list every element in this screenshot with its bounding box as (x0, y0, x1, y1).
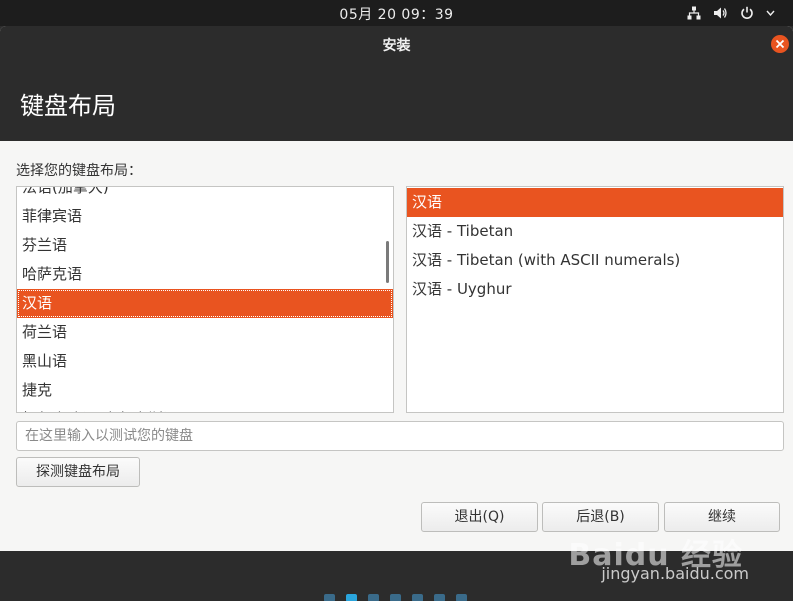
list-item-selected[interactable]: 汉语 (407, 188, 783, 217)
layout-prompt: 选择您的键盘布局： (16, 163, 142, 179)
list-item[interactable]: 黑山语 (17, 347, 393, 376)
progress-dot (456, 594, 467, 601)
progress-dots (324, 594, 467, 601)
continue-button[interactable]: 继续 (664, 502, 780, 532)
chevron-down-icon[interactable] (766, 10, 775, 16)
list-item-selected[interactable]: 汉语 (17, 289, 393, 318)
list-item[interactable]: 菲律宾语 (17, 202, 393, 231)
quit-button[interactable]: 退出(Q) (421, 502, 538, 532)
progress-dot (412, 594, 423, 601)
clock[interactable]: 05月 20 09：39 (0, 4, 793, 24)
list-item[interactable]: 汉语 - Tibetan (407, 217, 783, 246)
progress-dot (324, 594, 335, 601)
title-bar[interactable]: 安装 (0, 26, 793, 62)
keyboard-test-input[interactable] (16, 421, 784, 451)
progress-dot (434, 594, 445, 601)
page-header: 键盘布局 (0, 62, 793, 141)
detect-layout-button[interactable]: 探测键盘布局 (16, 457, 140, 487)
list-item[interactable]: 捷克 (17, 376, 393, 405)
close-button[interactable] (771, 35, 789, 53)
list-item[interactable]: 汉语 - Uyghur (407, 275, 783, 304)
scrollbar-thumb[interactable] (386, 241, 389, 283)
watermark-url: jingyan.baidu.com (601, 564, 749, 583)
window-title: 安装 (382, 38, 411, 54)
list-item[interactable]: 芬兰语 (17, 231, 393, 260)
layout-list[interactable]: 法语(加拿大) 菲律宾语 芬兰语 哈萨克语 汉语 荷兰语 黑山语 捷克 柯尔克孜… (16, 186, 394, 413)
top-bar: 05月 20 09：39 (0, 0, 793, 26)
volume-icon[interactable] (713, 6, 728, 20)
close-icon (775, 39, 785, 49)
progress-dot (368, 594, 379, 601)
list-item[interactable]: 法语(加拿大) (17, 187, 393, 202)
list-item[interactable]: 汉语 - Tibetan (with ASCII numerals) (407, 246, 783, 275)
list-item[interactable]: 荷兰语 (17, 318, 393, 347)
system-tray[interactable] (687, 3, 775, 23)
page-title: 键盘布局 (20, 92, 116, 120)
variant-list[interactable]: 汉语 汉语 - Tibetan 汉语 - Tibetan (with ASCII… (406, 186, 784, 413)
back-button[interactable]: 后退(B) (542, 502, 659, 532)
progress-dot-current (346, 594, 357, 601)
power-icon[interactable] (740, 6, 754, 20)
installer-window: 安装 键盘布局 选择您的键盘布局： 法语(加拿大) 菲律宾语 芬兰语 哈萨克语 … (0, 26, 793, 551)
list-item[interactable]: 柯尔克孜语(吉尔吉斯语) (17, 405, 393, 412)
network-icon[interactable] (687, 6, 701, 20)
list-item[interactable]: 哈萨克语 (17, 260, 393, 289)
progress-dot (390, 594, 401, 601)
